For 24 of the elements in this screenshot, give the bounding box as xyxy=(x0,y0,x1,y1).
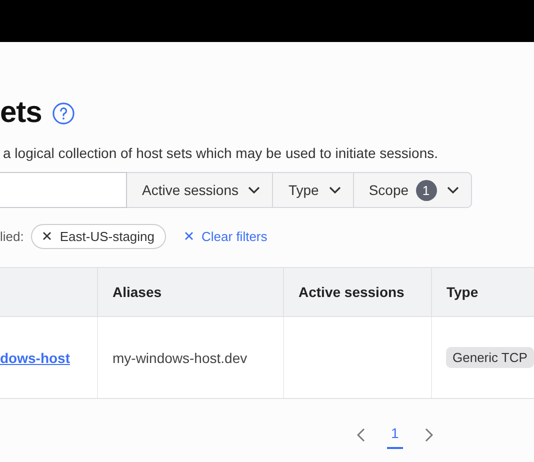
applied-filters-label: lied: xyxy=(0,228,24,244)
column-header: Type xyxy=(431,268,534,316)
chevron-down-icon xyxy=(248,186,260,194)
close-icon xyxy=(184,231,194,241)
filter-dropdown[interactable]: Active sessions xyxy=(127,172,274,208)
help-icon[interactable] xyxy=(52,102,75,124)
column-header: Aliases xyxy=(97,268,283,316)
page-title: ets xyxy=(0,96,42,130)
chevron-down-icon xyxy=(446,186,459,194)
page-button[interactable]: 1 xyxy=(387,421,403,449)
remove-icon xyxy=(42,231,52,241)
search-field[interactable] xyxy=(0,172,127,208)
filter-dropdown[interactable]: Type xyxy=(273,172,354,208)
chevron-down-icon xyxy=(328,186,341,194)
target-link[interactable]: dows-host xyxy=(0,350,70,366)
next-page-icon[interactable] xyxy=(424,428,433,442)
filter-dropdown[interactable]: Scope 1 xyxy=(354,172,472,208)
column-header: Active sessions xyxy=(283,268,431,316)
page-description: a logical collection of host sets which may be used to initiate sessions. xyxy=(3,145,440,161)
table-cell: my-windows-host.dev xyxy=(97,316,283,398)
type-badge: Generic TCP xyxy=(446,347,534,368)
filter-chip[interactable]: East-US-staging xyxy=(30,224,166,248)
clear-filters-link[interactable]: Clear filters xyxy=(184,228,268,244)
previous-page-icon[interactable] xyxy=(357,428,365,442)
